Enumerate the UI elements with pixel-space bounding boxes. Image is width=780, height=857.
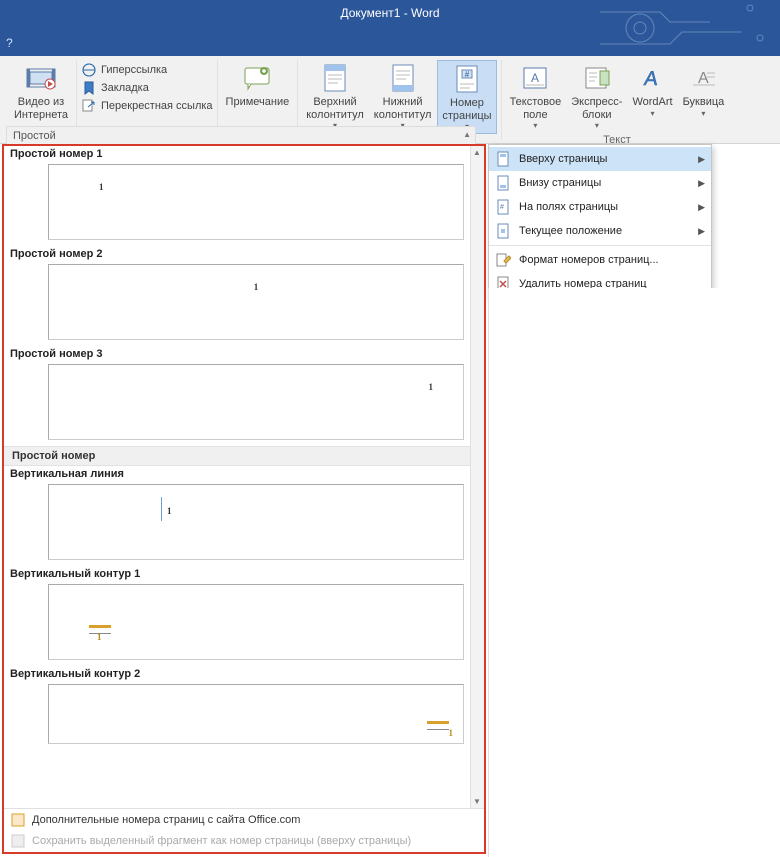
header-icon <box>319 62 351 94</box>
bookmark-icon <box>81 80 97 96</box>
svg-text:#: # <box>500 204 504 211</box>
gallery-item-vcontour-1[interactable]: Вертикальный контур 1 1 <box>4 566 470 666</box>
header-button[interactable]: Верхнийколонтитул ▾ <box>302 60 368 132</box>
gallery-list[interactable]: Простой номер 1 1 Простой номер 2 1 Прос… <box>4 146 470 808</box>
wordart-button[interactable]: A WordArt▾ <box>628 60 676 132</box>
chevron-right-icon: ▶ <box>698 226 705 237</box>
page-number-icon: # <box>451 63 483 95</box>
format-icon <box>493 250 513 270</box>
preview: 1 <box>48 484 464 560</box>
textbox-icon: A <box>519 62 551 94</box>
preview: 1 <box>48 584 464 660</box>
menu-current-position[interactable]: Текущее положение ▶ <box>489 219 711 243</box>
menu-format[interactable]: Формат номеров страниц... <box>489 248 711 272</box>
wordart-icon: A <box>637 62 669 94</box>
page-margin-icon: # <box>493 197 513 217</box>
gallery-scrollbar[interactable]: ▲ ▼ <box>470 146 484 808</box>
chevron-right-icon: ▶ <box>698 154 705 165</box>
gallery-footer: Дополнительные номера страниц с сайта Of… <box>4 808 484 852</box>
quickparts-button[interactable]: Экспресс-блоки ▾ <box>567 60 626 132</box>
document-area <box>488 288 780 857</box>
menu-top-of-page[interactable]: Вверху страницы ▶ <box>489 147 711 171</box>
preview: 1 <box>48 164 464 240</box>
chevron-right-icon: ▶ <box>698 202 705 213</box>
svg-text:A: A <box>642 68 659 90</box>
comment-label: Примечание <box>226 96 290 109</box>
scroll-down-icon[interactable]: ▼ <box>473 797 481 806</box>
textbox-button[interactable]: A Текстовоеполе ▾ <box>506 60 566 132</box>
gallery-item-vline[interactable]: Вертикальная линия 1 <box>4 466 470 566</box>
save-icon <box>10 833 26 849</box>
chevron-right-icon: ▶ <box>698 178 705 189</box>
scroll-up-icon[interactable]: ▲ <box>473 148 481 157</box>
preview: 1 <box>48 364 464 440</box>
film-icon <box>25 62 57 94</box>
window-title: Документ1 - Word <box>340 6 439 20</box>
menu-separator <box>489 245 711 246</box>
preview: 1 <box>48 684 464 744</box>
tell-me-hint[interactable]: ? <box>6 36 13 50</box>
up-arrow-icon[interactable]: ▲ <box>463 130 471 139</box>
online-video-label: Видео изИнтернета <box>14 96 68 121</box>
page-number-gallery: Простой номер 1 1 Простой номер 2 1 Прос… <box>2 144 486 854</box>
svg-text:A: A <box>531 71 539 85</box>
gallery-category: Простой номер <box>4 446 470 466</box>
menu-bottom-of-page[interactable]: Внизу страницы ▶ <box>489 171 711 195</box>
comment-icon <box>241 62 273 94</box>
save-selection: Сохранить выделенный фрагмент как номер … <box>4 831 484 853</box>
menu-page-margins[interactable]: # На полях страницы ▶ <box>489 195 711 219</box>
page-bottom-icon <box>493 173 513 193</box>
crossref-icon <box>81 98 97 114</box>
title-bar: Документ1 - Word ? <box>0 0 780 56</box>
page-current-icon <box>493 221 513 241</box>
footer-icon <box>387 62 419 94</box>
group-text: A Текстовоеполе ▾ Экспресс-блоки ▾ A Wor… <box>502 60 733 140</box>
title-decor <box>600 0 780 56</box>
footer-button[interactable]: Нижнийколонтитул ▾ <box>370 60 436 132</box>
quickparts-icon <box>581 62 613 94</box>
page-number-button[interactable]: # Номерстраницы ▾ <box>437 60 496 134</box>
online-video-button[interactable]: Видео изИнтернета <box>10 60 72 123</box>
dropcap-button[interactable]: A Буквица▾ <box>679 60 729 132</box>
comment-button[interactable]: Примечание <box>222 60 294 111</box>
crossref-button[interactable]: Перекрестная ссылка <box>81 98 213 114</box>
svg-text:#: # <box>465 70 470 79</box>
preview: 1 <box>48 264 464 340</box>
link-icon <box>81 62 97 78</box>
gallery-item-simple-1[interactable]: Простой номер 1 1 <box>4 146 470 246</box>
dropcap-icon: A <box>687 62 719 94</box>
more-from-office[interactable]: Дополнительные номера страниц с сайта Of… <box>4 809 484 831</box>
gallery-item-vcontour-2[interactable]: Вертикальный контур 2 1 <box>4 666 470 750</box>
bookmark-button[interactable]: Закладка <box>81 80 213 96</box>
page-top-icon <box>493 149 513 169</box>
gallery-header: Простой ▲ <box>6 126 476 146</box>
hyperlink-button[interactable]: Гиперссылка <box>81 62 213 78</box>
office-icon <box>10 812 26 828</box>
gallery-item-simple-2[interactable]: Простой номер 2 1 <box>4 246 470 346</box>
gallery-item-simple-3[interactable]: Простой номер 3 1 <box>4 346 470 446</box>
page-number-menu: Вверху страницы ▶ Внизу страницы ▶ # На … <box>488 144 712 299</box>
